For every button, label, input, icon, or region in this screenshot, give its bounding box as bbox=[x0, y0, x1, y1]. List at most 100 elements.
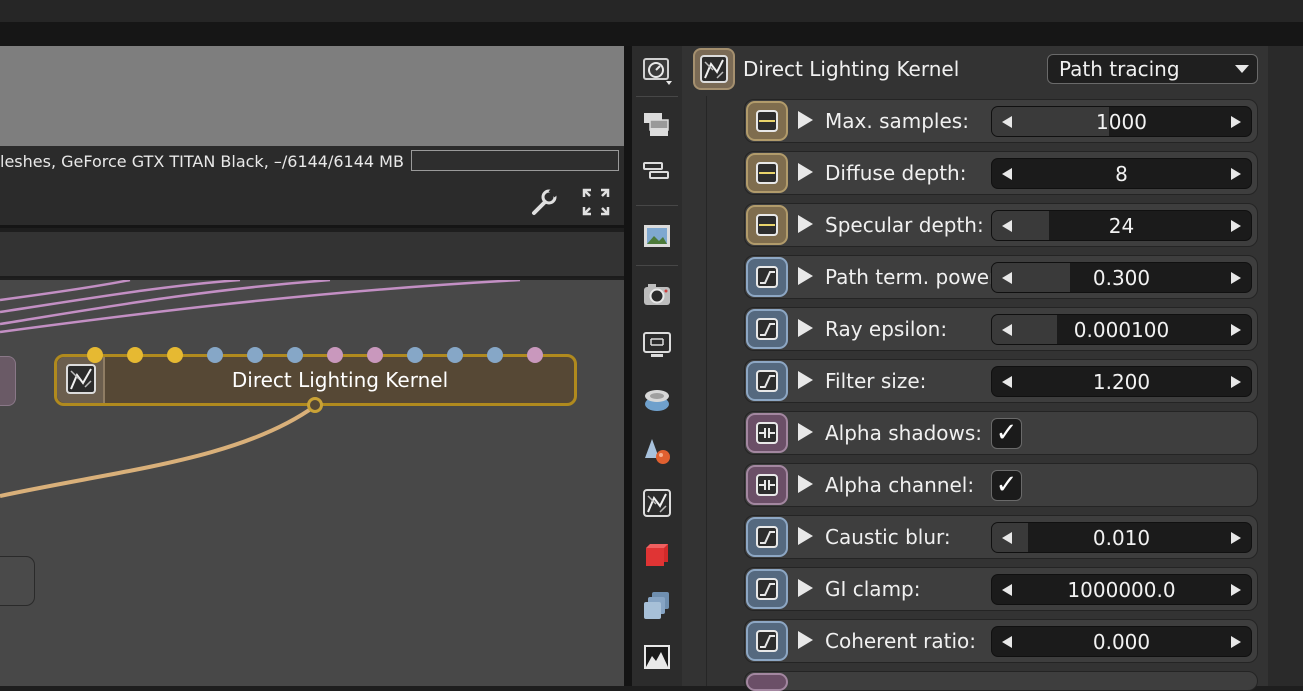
node-input-pin[interactable] bbox=[527, 347, 543, 363]
expand-arrow-icon[interactable] bbox=[798, 163, 813, 181]
float-pin-icon[interactable] bbox=[746, 569, 788, 609]
expand-arrow-icon[interactable] bbox=[798, 579, 813, 597]
environment-icon[interactable] bbox=[642, 384, 672, 414]
objects-icon[interactable] bbox=[642, 590, 672, 620]
partial-node-left[interactable] bbox=[0, 356, 16, 406]
title-bar bbox=[0, 0, 1303, 22]
imager-icon[interactable] bbox=[642, 642, 672, 672]
windows-icon[interactable] bbox=[642, 110, 672, 140]
node-input-pin[interactable] bbox=[407, 347, 423, 363]
expand-arrow-icon[interactable] bbox=[798, 371, 813, 389]
display-icon[interactable] bbox=[642, 330, 672, 360]
wrench-icon[interactable] bbox=[528, 186, 560, 218]
increment-arrow-icon[interactable] bbox=[1231, 532, 1241, 544]
float-pin-icon[interactable] bbox=[746, 257, 788, 297]
increment-arrow-icon[interactable] bbox=[1231, 584, 1241, 596]
parameter-row: Coherent ratio: 0.000 bbox=[744, 619, 1258, 663]
bool-pin-icon[interactable] bbox=[746, 465, 788, 505]
parameter-label: Alpha shadows: bbox=[825, 421, 983, 445]
parameter-spinbox[interactable]: 8 bbox=[991, 158, 1252, 189]
parameter-checkbox[interactable]: ✓ bbox=[991, 418, 1022, 449]
float-pin-icon[interactable] bbox=[746, 621, 788, 661]
parameter-value: 1.200 bbox=[1092, 370, 1151, 394]
material-icon[interactable] bbox=[642, 436, 672, 466]
float-pin-icon[interactable] bbox=[746, 361, 788, 401]
pin-type-icon bbox=[756, 422, 778, 444]
expand-icon[interactable] bbox=[580, 186, 612, 218]
kernel-icon[interactable] bbox=[642, 488, 672, 518]
node-input-pin[interactable] bbox=[247, 347, 263, 363]
pin-type-icon bbox=[756, 526, 778, 548]
increment-arrow-icon[interactable] bbox=[1231, 168, 1241, 180]
layers-icon[interactable] bbox=[642, 158, 672, 188]
increment-arrow-icon[interactable] bbox=[1231, 116, 1241, 128]
image-icon[interactable] bbox=[642, 221, 672, 251]
pin-type-icon bbox=[756, 370, 778, 392]
node-input-pin[interactable] bbox=[127, 347, 143, 363]
expand-arrow-icon[interactable] bbox=[798, 319, 813, 337]
inspector-scroll-track[interactable] bbox=[1268, 46, 1303, 686]
kernel-node-icon bbox=[57, 357, 105, 403]
parameter-row: Caustic blur: 0.010 bbox=[744, 515, 1258, 559]
node-input-pin[interactable] bbox=[167, 347, 183, 363]
expand-arrow-icon[interactable] bbox=[798, 475, 813, 493]
node-input-pin[interactable] bbox=[367, 347, 383, 363]
increment-arrow-icon[interactable] bbox=[1231, 272, 1241, 284]
increment-arrow-icon[interactable] bbox=[1231, 636, 1241, 648]
parameter-label: Coherent ratio: bbox=[825, 629, 976, 653]
expand-arrow-icon[interactable] bbox=[798, 111, 813, 129]
parameter-value: 8 bbox=[1115, 162, 1128, 186]
parameter-spinbox[interactable]: 1.200 bbox=[991, 366, 1252, 397]
parameter-spinbox[interactable]: 0.000100 bbox=[991, 314, 1252, 345]
parameter-row: Diffuse depth: 8 bbox=[744, 151, 1258, 195]
panel-splitter[interactable] bbox=[624, 46, 632, 686]
render-target-icon[interactable] bbox=[642, 56, 672, 86]
bool-pin-icon[interactable] bbox=[746, 413, 788, 453]
parameter-spinbox[interactable]: 1000 bbox=[991, 106, 1252, 137]
cube-icon[interactable] bbox=[642, 538, 672, 568]
int-pin-icon[interactable] bbox=[746, 205, 788, 245]
pin-type-icon bbox=[756, 318, 778, 340]
expand-arrow-icon[interactable] bbox=[798, 215, 813, 233]
node-input-pin[interactable] bbox=[287, 347, 303, 363]
pin-type-icon bbox=[756, 214, 778, 236]
float-pin-icon[interactable] bbox=[746, 309, 788, 349]
node-input-pin[interactable] bbox=[327, 347, 343, 363]
node-input-pin[interactable] bbox=[447, 347, 463, 363]
node-input-pin[interactable] bbox=[87, 347, 103, 363]
expand-arrow-icon[interactable] bbox=[798, 267, 813, 285]
parameter-row: Ray epsilon: 0.000100 bbox=[744, 307, 1258, 351]
render-viewport[interactable] bbox=[0, 46, 624, 146]
pin-type-icon bbox=[756, 630, 778, 652]
int-pin-icon[interactable] bbox=[746, 101, 788, 141]
int-pin-icon[interactable] bbox=[746, 153, 788, 193]
increment-arrow-icon[interactable] bbox=[1231, 324, 1241, 336]
increment-arrow-icon[interactable] bbox=[1231, 220, 1241, 232]
parameter-label: Specular depth: bbox=[825, 213, 984, 237]
parameter-spinbox[interactable]: 24 bbox=[991, 210, 1252, 241]
parameter-row: GI clamp: 1000000.0 bbox=[744, 567, 1258, 611]
pin-type-icon bbox=[756, 110, 778, 132]
expand-arrow-icon[interactable] bbox=[798, 631, 813, 649]
node-input-pin[interactable] bbox=[207, 347, 223, 363]
node-output-pin[interactable] bbox=[307, 397, 323, 413]
parameter-spinbox[interactable]: 1000000.0 bbox=[991, 574, 1252, 605]
bool-pin-icon[interactable] bbox=[746, 673, 788, 691]
expand-arrow-icon[interactable] bbox=[798, 527, 813, 545]
kernel-mode-dropdown[interactable]: Path tracing bbox=[1047, 54, 1258, 84]
menu-strip bbox=[0, 22, 1303, 46]
parameter-checkbox[interactable]: ✓ bbox=[991, 470, 1022, 501]
float-pin-icon[interactable] bbox=[746, 517, 788, 557]
expand-arrow-icon[interactable] bbox=[798, 423, 813, 441]
parameter-row: Alpha channel: ✓ bbox=[744, 463, 1258, 507]
partial-node-left-lower[interactable] bbox=[0, 556, 35, 606]
parameter-spinbox[interactable]: 0.010 bbox=[991, 522, 1252, 553]
parameter-label: GI clamp: bbox=[825, 577, 921, 601]
increment-arrow-icon[interactable] bbox=[1231, 376, 1241, 388]
parameter-label: Path term. power: bbox=[825, 265, 1004, 289]
kernel-node-icon bbox=[693, 48, 735, 90]
camera-icon[interactable] bbox=[642, 280, 672, 310]
parameter-spinbox[interactable]: 0.000 bbox=[991, 626, 1252, 657]
parameter-spinbox[interactable]: 0.300 bbox=[991, 262, 1252, 293]
node-input-pin[interactable] bbox=[487, 347, 503, 363]
